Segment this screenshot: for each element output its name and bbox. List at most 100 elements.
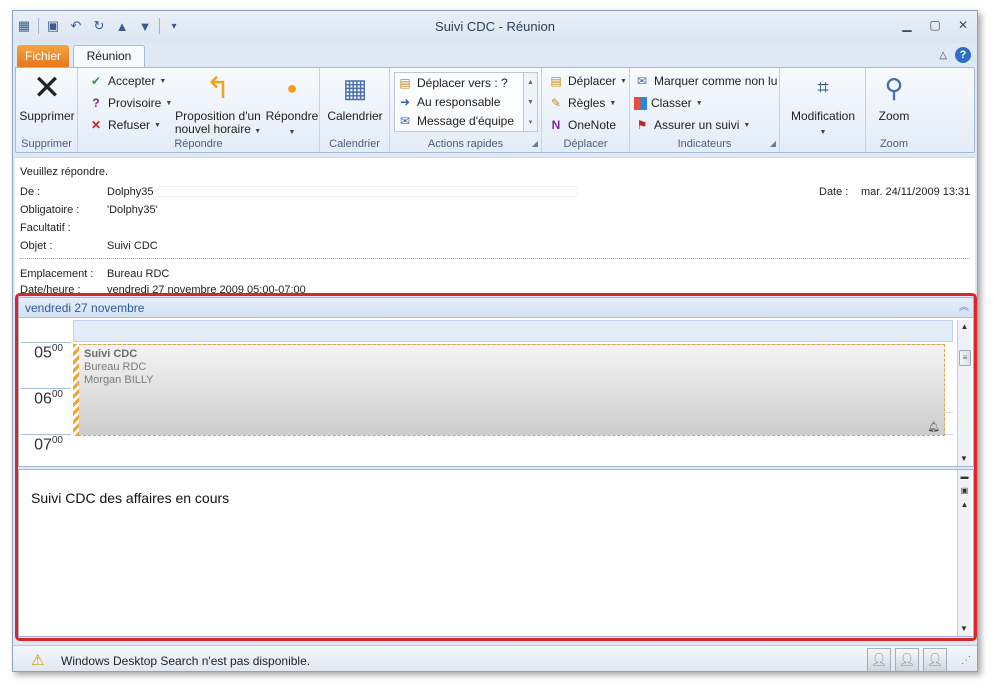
hour-05: 05 (34, 344, 52, 362)
from-label: De : (20, 186, 41, 198)
categorize-button[interactable]: Classer ▼ (634, 94, 703, 112)
dialog-launcher-icon[interactable]: ◢ (532, 139, 538, 148)
group-label-deplacer: Déplacer (563, 138, 608, 150)
rules-button[interactable]: ✎ Règles ▼ (548, 94, 616, 112)
move-button[interactable]: ▤ Déplacer ▼ (548, 72, 627, 90)
quick-step-team-email[interactable]: ✉ Message d'équipe (397, 112, 514, 130)
attachment-options-icon[interactable]: ▣ (958, 484, 971, 498)
gallery-more-icon[interactable]: ▾ (524, 113, 537, 133)
ribbon-tabs-right: △ ? (939, 47, 971, 63)
optional-label: Facultatif : (20, 222, 71, 234)
tentative-button[interactable]: ? Provisoire ▼ (88, 94, 172, 112)
team-mail-icon: ✉ (399, 114, 411, 128)
follow-up-button[interactable]: ⚑ Assurer un suivi ▼ (634, 116, 751, 134)
folder-move-icon: ▤ (550, 74, 562, 88)
onenote-button[interactable]: N OneNote (548, 116, 616, 134)
group-label-actions-rapides: Actions rapides (427, 138, 504, 150)
tab-fichier[interactable]: Fichier (17, 45, 69, 67)
propose-new-time-button[interactable]: ↰ Proposition d'un nouvel horaire ▼ (172, 70, 264, 138)
location-label: Emplacement : (20, 268, 94, 280)
minimize-ribbon-icon[interactable]: △ (939, 50, 947, 61)
calendar-event[interactable]: Suivi CDC Bureau RDC Morgan BILLY 🔔︎ (73, 344, 945, 436)
tab-reunion[interactable]: Réunion (73, 45, 145, 68)
split-handle-icon[interactable]: ▬ (958, 470, 971, 484)
mark-unread-label: Marquer comme non lu (654, 74, 778, 88)
scroll-down-icon[interactable]: ▼ (958, 452, 970, 466)
zoom-button[interactable]: ⚲ Zoom (868, 70, 920, 123)
tentative-stripe (73, 344, 79, 436)
dialog-launcher-icon[interactable]: ◢ (770, 139, 776, 148)
person-icon[interactable]: 👤︎ (923, 648, 947, 671)
from-value[interactable]: Dolphy35 (107, 186, 153, 198)
quick-steps-gallery: ▤ Déplacer vers : ? ➜ Au responsable ✉ M… (394, 72, 538, 132)
tentative-label: Provisoire (108, 96, 162, 110)
question-mark-icon: ? (92, 96, 100, 110)
maximize-button[interactable]: ▢ (927, 17, 943, 33)
person-icon[interactable]: 👤︎ (867, 648, 891, 671)
quick-step-manager[interactable]: ➜ Au responsable (397, 93, 500, 111)
quick-step-label: Déplacer vers : ? (417, 76, 508, 90)
outlook-meeting-window: ▦ ▣ ↶ ↻ ▲ ▼ ▾ Suivi CDC - Réunion ▁ ▢ ✕ … (12, 10, 978, 672)
gallery-up-icon[interactable]: ▲ (524, 73, 537, 93)
decline-label: Refuser (108, 118, 151, 132)
required-value[interactable]: 'Dolphy35' (107, 204, 158, 216)
chevron-down-icon: ▼ (620, 77, 627, 85)
scroll-up-icon[interactable]: ▲ (958, 498, 971, 512)
reminder-bell-icon: 🔔︎ (927, 422, 940, 433)
delete-button[interactable]: ✕ Supprimer (18, 70, 76, 123)
reply-button[interactable]: ● Répondre ▼ (264, 70, 320, 139)
redacted-address (158, 186, 578, 197)
close-button[interactable]: ✕ (955, 17, 971, 33)
checkmark-icon: ✔ (90, 74, 102, 88)
warning-icon: ⚠ (31, 652, 45, 669)
help-icon[interactable]: ? (955, 47, 971, 63)
delete-button-label: Supprimer (19, 109, 75, 123)
propose-time-arrow-icon: ↰ (205, 71, 231, 105)
quick-step-move-to[interactable]: ▤ Déplacer vers : ? (397, 74, 508, 92)
forward-mail-icon: ➜ (399, 95, 411, 109)
gallery-down-icon[interactable]: ▼ (524, 93, 537, 113)
group-zoom: ⚲ Zoom Zoom (866, 68, 922, 152)
modification-button[interactable]: ⌗ Modification ▼ (784, 70, 862, 139)
all-day-area[interactable] (73, 320, 953, 342)
datetime-label: Date/heure : (20, 284, 81, 296)
hour-06: 06 (34, 390, 52, 408)
resize-grip-icon[interactable]: ⋰ (961, 655, 971, 666)
calendar-scrollbar[interactable]: ▲ ≡ ▼ (957, 320, 971, 466)
rules-icon: ✎ (550, 96, 562, 110)
group-label-supprimer: Supprimer (21, 138, 72, 150)
scroll-up-icon[interactable]: ▲ (958, 320, 971, 334)
reply-dot-icon: ● (286, 77, 298, 98)
event-location: Bureau RDC (84, 361, 147, 373)
group-label-repondre: Répondre (174, 138, 223, 150)
chevron-down-icon: ▼ (695, 99, 703, 107)
flag-icon: ⚑ (636, 118, 648, 132)
follow-up-label: Assurer un suivi (654, 118, 740, 132)
categories-icon (634, 96, 647, 110)
group-modification: ⌗ Modification ▼ (780, 68, 866, 152)
collapse-icon[interactable]: ︽ (959, 298, 969, 318)
minimize-button[interactable]: ▁ (899, 17, 915, 33)
calendar-day-header: vendredi 27 novembre ︽ (19, 298, 973, 318)
location-value: Bureau RDC (107, 268, 170, 280)
datetime-value: vendredi 27 novembre 2009 05:00-07:00 (107, 284, 306, 296)
date-value: mar. 24/11/2009 13:31 (861, 186, 971, 198)
person-icon[interactable]: 👤︎ (895, 648, 919, 671)
scroll-thumb[interactable]: ≡ (959, 350, 971, 366)
rules-label: Règles (568, 96, 606, 110)
title-bar: ▦ ▣ ↶ ↻ ▲ ▼ ▾ Suivi CDC - Réunion ▁ ▢ ✕ (13, 11, 977, 43)
decline-button[interactable]: ✕ Refuser ▼ (88, 116, 161, 134)
chevron-down-icon: ▼ (819, 129, 827, 136)
body-text: Suivi CDC des affaires en cours (31, 490, 230, 506)
message-body[interactable]: Suivi CDC des affaires en cours ▬ ▣ ▲ ▼ (18, 469, 974, 637)
minute-00: 00 (51, 435, 63, 446)
mark-unread-button[interactable]: ✉ Marquer comme non lu (634, 72, 777, 90)
scroll-down-icon[interactable]: ▼ (958, 622, 970, 636)
body-scrollbar[interactable]: ▬ ▣ ▲ ▼ (957, 470, 971, 636)
chevron-down-icon: ▼ (609, 99, 617, 107)
accept-button[interactable]: ✔ Accepter ▼ (88, 72, 166, 90)
accept-label: Accepter (108, 74, 156, 88)
calendar-button[interactable]: ▦ Calendrier (324, 70, 386, 123)
gallery-scroll[interactable]: ▲ ▼ ▾ (523, 73, 537, 131)
chevron-down-icon: ▼ (159, 77, 167, 85)
